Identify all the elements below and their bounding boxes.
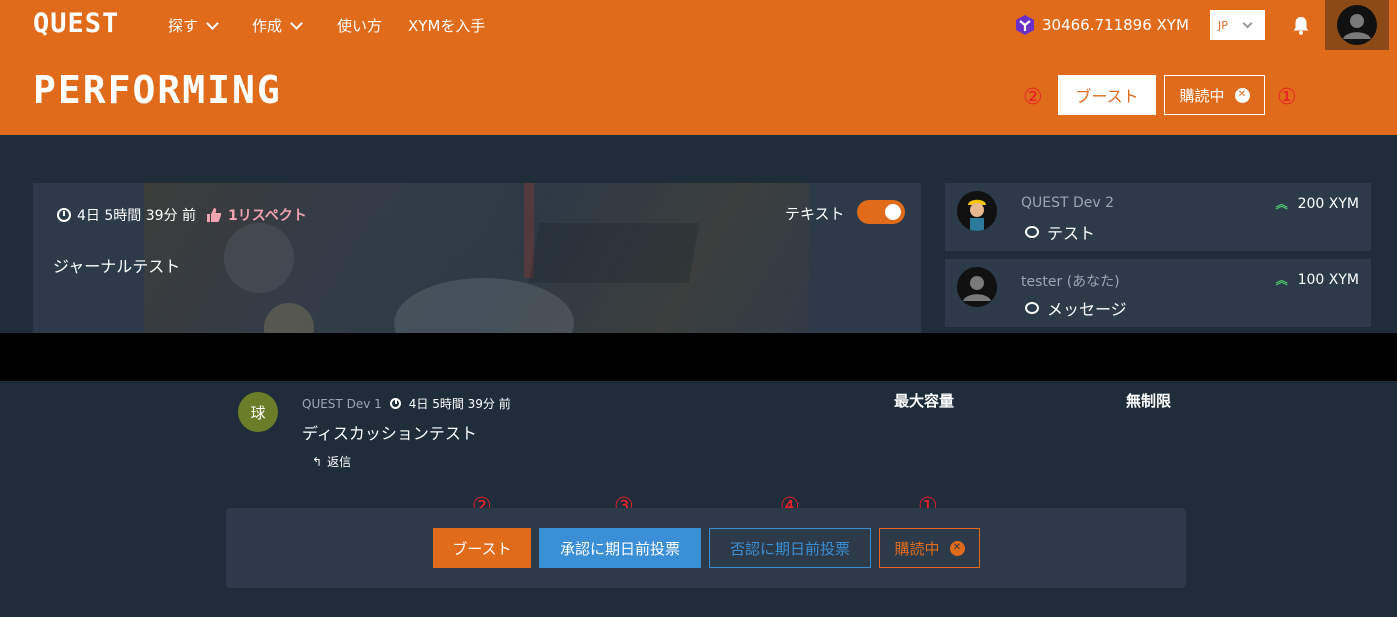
top-nav: QUEST 探す 作成 使い方 XYMを入手 30466.711896 XYM … bbox=[0, 0, 1397, 50]
reply-icon: ↰ bbox=[312, 454, 323, 469]
double-chevron-up-icon: ︽ bbox=[1275, 273, 1288, 287]
nav-explore-label: 探す bbox=[168, 17, 199, 35]
boost-user-name[interactable]: QUEST Dev 2 bbox=[1021, 195, 1114, 211]
callout-marker-2: ② bbox=[1023, 85, 1043, 110]
clock-icon bbox=[57, 208, 71, 222]
discussion-section: 球 QUEST Dev 1 4日 5時間 39分 前 ディスカッションテスト ↰… bbox=[0, 381, 1397, 617]
subscribed-button[interactable]: 購読中 ✕ bbox=[879, 528, 980, 568]
balance-amount: 30466.711896 XYM bbox=[1042, 16, 1189, 34]
clock-icon bbox=[389, 398, 401, 409]
discussion-meta: QUEST Dev 1 4日 5時間 39分 前 bbox=[302, 395, 511, 412]
nav-get-xym-label: XYMを入手 bbox=[408, 17, 486, 35]
journal-time: 4日 5時間 39分 前 bbox=[77, 208, 196, 224]
nav-get-xym[interactable]: XYMを入手 bbox=[408, 15, 485, 36]
capacity-value: 無制限 bbox=[1126, 392, 1172, 410]
page-title: PERFORMING bbox=[33, 68, 282, 112]
language-value: JP bbox=[1218, 18, 1228, 32]
boost-message-text: テスト bbox=[1047, 224, 1096, 243]
boost-user-name[interactable]: tester (あなた) bbox=[1021, 271, 1120, 291]
boost-amount-value: 200 XYM bbox=[1297, 195, 1359, 212]
boost-message-text: メッセージ bbox=[1047, 300, 1127, 319]
wallet-balance[interactable]: 30466.711896 XYM bbox=[1014, 14, 1189, 36]
journal-card: 4日 5時間 39分 前 1リスペクト ジャーナルテスト テキスト bbox=[33, 183, 921, 333]
respect-count: 1リスペクト bbox=[227, 208, 307, 224]
reply-label: 返信 bbox=[327, 455, 352, 469]
discussion-author[interactable]: QUEST Dev 1 bbox=[302, 397, 382, 411]
boost-message: メッセージ bbox=[1025, 296, 1127, 320]
nav-create[interactable]: 作成 bbox=[252, 15, 303, 36]
journal-text: ジャーナルテスト bbox=[53, 257, 181, 276]
action-bar: ブースト 承認に期日前投票 否認に期日前投票 購読中 ✕ bbox=[226, 508, 1186, 588]
discussion-text: ディスカッションテスト bbox=[302, 424, 477, 443]
double-chevron-up-icon: ︽ bbox=[1275, 197, 1288, 211]
respect-button[interactable]: 1リスペクト bbox=[206, 205, 307, 225]
boost-item: QUEST Dev 2 ︽ 200 XYM テスト bbox=[945, 183, 1371, 251]
user-menu[interactable] bbox=[1325, 0, 1389, 50]
text-toggle[interactable] bbox=[857, 200, 905, 224]
avatar bbox=[957, 267, 997, 307]
callout-marker-1: ① bbox=[1277, 85, 1297, 110]
thumbs-up-icon bbox=[206, 208, 222, 222]
boost-item: tester (あなた) ︽ 100 XYM メッセージ bbox=[945, 259, 1371, 327]
chevron-down-icon bbox=[290, 16, 303, 30]
subscribed-label: 購読中 bbox=[894, 539, 940, 558]
nav-how-to[interactable]: 使い方 bbox=[337, 15, 382, 36]
chevron-down-icon bbox=[1242, 18, 1253, 28]
screenshot-divider bbox=[0, 333, 1397, 381]
boost-message: テスト bbox=[1025, 220, 1095, 244]
avatar: 球 bbox=[238, 392, 278, 432]
language-select[interactable]: JP bbox=[1210, 10, 1265, 40]
nav-explore[interactable]: 探す bbox=[168, 15, 219, 36]
boost-button[interactable]: ブースト bbox=[433, 528, 531, 568]
boost-button[interactable]: ブースト bbox=[1058, 75, 1156, 115]
subscribed-button[interactable]: 購読中 ✕ bbox=[1164, 75, 1265, 115]
avatar bbox=[1337, 5, 1377, 45]
nav-create-label: 作成 bbox=[252, 17, 283, 35]
discussion-time: 4日 5時間 39分 前 bbox=[408, 397, 511, 411]
capacity-label: 最大容量 bbox=[894, 392, 955, 410]
nav-how-to-label: 使い方 bbox=[337, 17, 383, 35]
chevron-down-icon bbox=[206, 16, 219, 30]
symbol-xym-icon bbox=[1016, 15, 1034, 35]
boost-amount: ︽ 100 XYM bbox=[1276, 271, 1359, 288]
reject-vote-button[interactable]: 否認に期日前投票 bbox=[709, 528, 871, 568]
subscribed-label: 購読中 bbox=[1179, 86, 1225, 105]
text-toggle-label: テキスト bbox=[785, 205, 845, 223]
close-circle-icon: ✕ bbox=[949, 540, 965, 556]
chat-bubble-icon bbox=[1025, 302, 1039, 314]
chat-bubble-icon bbox=[1025, 226, 1039, 238]
bell-icon[interactable] bbox=[1290, 14, 1312, 36]
logo[interactable]: QUEST bbox=[33, 8, 119, 39]
boost-amount: ︽ 200 XYM bbox=[1276, 195, 1359, 212]
page-header: QUEST 探す 作成 使い方 XYMを入手 30466.711896 XYM … bbox=[0, 0, 1397, 135]
close-circle-icon: ✕ bbox=[1234, 87, 1250, 103]
boost-amount-value: 100 XYM bbox=[1297, 271, 1359, 288]
avatar bbox=[957, 191, 997, 231]
journal-meta: 4日 5時間 39分 前 1リスペクト bbox=[57, 205, 307, 225]
reply-button[interactable]: ↰ 返信 bbox=[312, 453, 351, 470]
approve-vote-button[interactable]: 承認に期日前投票 bbox=[539, 528, 701, 568]
